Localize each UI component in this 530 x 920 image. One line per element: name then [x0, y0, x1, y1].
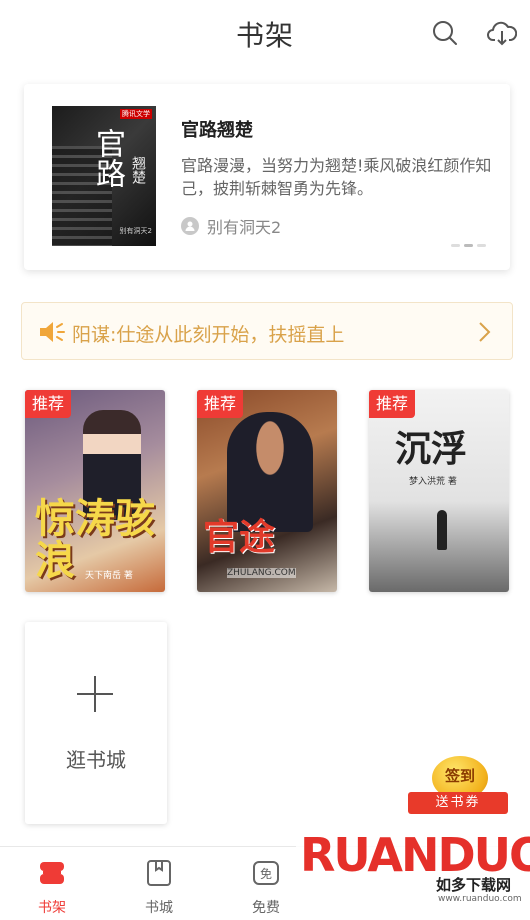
nav-tab-free[interactable]: 免 免费	[236, 859, 296, 917]
plus-icon	[77, 676, 113, 712]
nav-label: 免费	[252, 900, 280, 916]
site-watermark: RUANDUO 如多下载网 www.ruanduo.com	[296, 826, 530, 920]
featured-author-name: 别有洞天2	[207, 218, 282, 237]
carousel-dot[interactable]	[477, 244, 486, 247]
search-icon[interactable]	[430, 18, 460, 48]
book-cover-1[interactable]: 惊涛骇浪 天下南岳 著 推荐	[25, 390, 165, 592]
author-avatar-icon	[181, 217, 199, 235]
recommend-badge: 推荐	[25, 390, 72, 418]
featured-book-description: 官路漫漫，当努力为翘楚!乘风破浪红颜作知己，披荆斩棘智勇为先锋。	[181, 156, 492, 198]
cover-site: ZHULANG.COM	[227, 568, 296, 578]
bookshelf-icon	[40, 862, 64, 884]
cover-author: 天下南岳 著	[85, 571, 133, 581]
carousel-dot-active[interactable]	[464, 244, 473, 247]
featured-book-cover[interactable]: 腾讯文学 官路 翘楚 别有洞天2	[52, 106, 156, 246]
cover-title: 沉浮	[395, 428, 468, 470]
book-icon	[147, 860, 171, 886]
watermark-url: www.ruanduo.com	[438, 894, 522, 904]
free-icon: 免	[253, 861, 279, 885]
cover-illustration	[437, 510, 447, 550]
header: 书架	[0, 0, 530, 70]
browse-store-label: 逛书城	[66, 748, 126, 772]
notice-bar[interactable]: 阳谋:仕途从此刻开始，扶摇直上	[21, 302, 513, 360]
recommend-badge: 推荐	[369, 390, 416, 418]
featured-book-card[interactable]: 腾讯文学 官路 翘楚 别有洞天2 官路翘楚 官路漫漫，当努力为翘楚!乘风破浪红颜…	[24, 84, 510, 270]
carousel-indicator	[451, 244, 486, 247]
svg-text:免: 免	[260, 866, 272, 881]
sign-in-float-button[interactable]: 签到 送书券	[404, 756, 514, 820]
cover-title: 官路	[90, 128, 125, 188]
chevron-right-icon	[479, 322, 491, 342]
book-cover-3[interactable]: 沉浮 梦入洪荒 著 推荐	[369, 390, 509, 592]
nav-label: 书城	[145, 900, 173, 916]
cover-author: 梦入洪荒 著	[409, 477, 457, 487]
cover-publisher-logo: 腾讯文学	[120, 109, 152, 119]
browse-store-card[interactable]: 逛书城	[25, 622, 167, 824]
nav-label: 书架	[38, 900, 66, 916]
speaker-icon	[40, 322, 65, 342]
cover-title: 官途	[203, 516, 276, 558]
nav-tab-bookstore[interactable]: 书城	[129, 859, 189, 917]
nav-tab-bookshelf[interactable]: 书架	[22, 859, 82, 917]
featured-author-row: 别有洞天2	[181, 214, 281, 238]
recommend-badge: 推荐	[197, 390, 244, 418]
watermark-site-name: 如多下载网	[436, 876, 512, 894]
notice-text: 阳谋:仕途从此刻开始，扶摇直上	[72, 324, 345, 346]
cover-title-2: 翘楚	[130, 156, 146, 184]
carousel-dot[interactable]	[451, 244, 460, 247]
featured-book-title[interactable]: 官路翘楚	[181, 116, 253, 142]
bookshelf-screen: 书架 腾讯文学 官路 翘楚 别有洞天2 官路翘楚 官路漫漫，当努力为翘楚!乘风破…	[0, 0, 530, 920]
book-cover-2[interactable]: 官途 ZHULANG.COM 推荐	[197, 390, 337, 592]
cover-author: 别有洞天2	[119, 227, 152, 235]
sign-in-ribbon: 送书券	[408, 792, 508, 814]
cloud-download-icon[interactable]	[487, 18, 517, 48]
